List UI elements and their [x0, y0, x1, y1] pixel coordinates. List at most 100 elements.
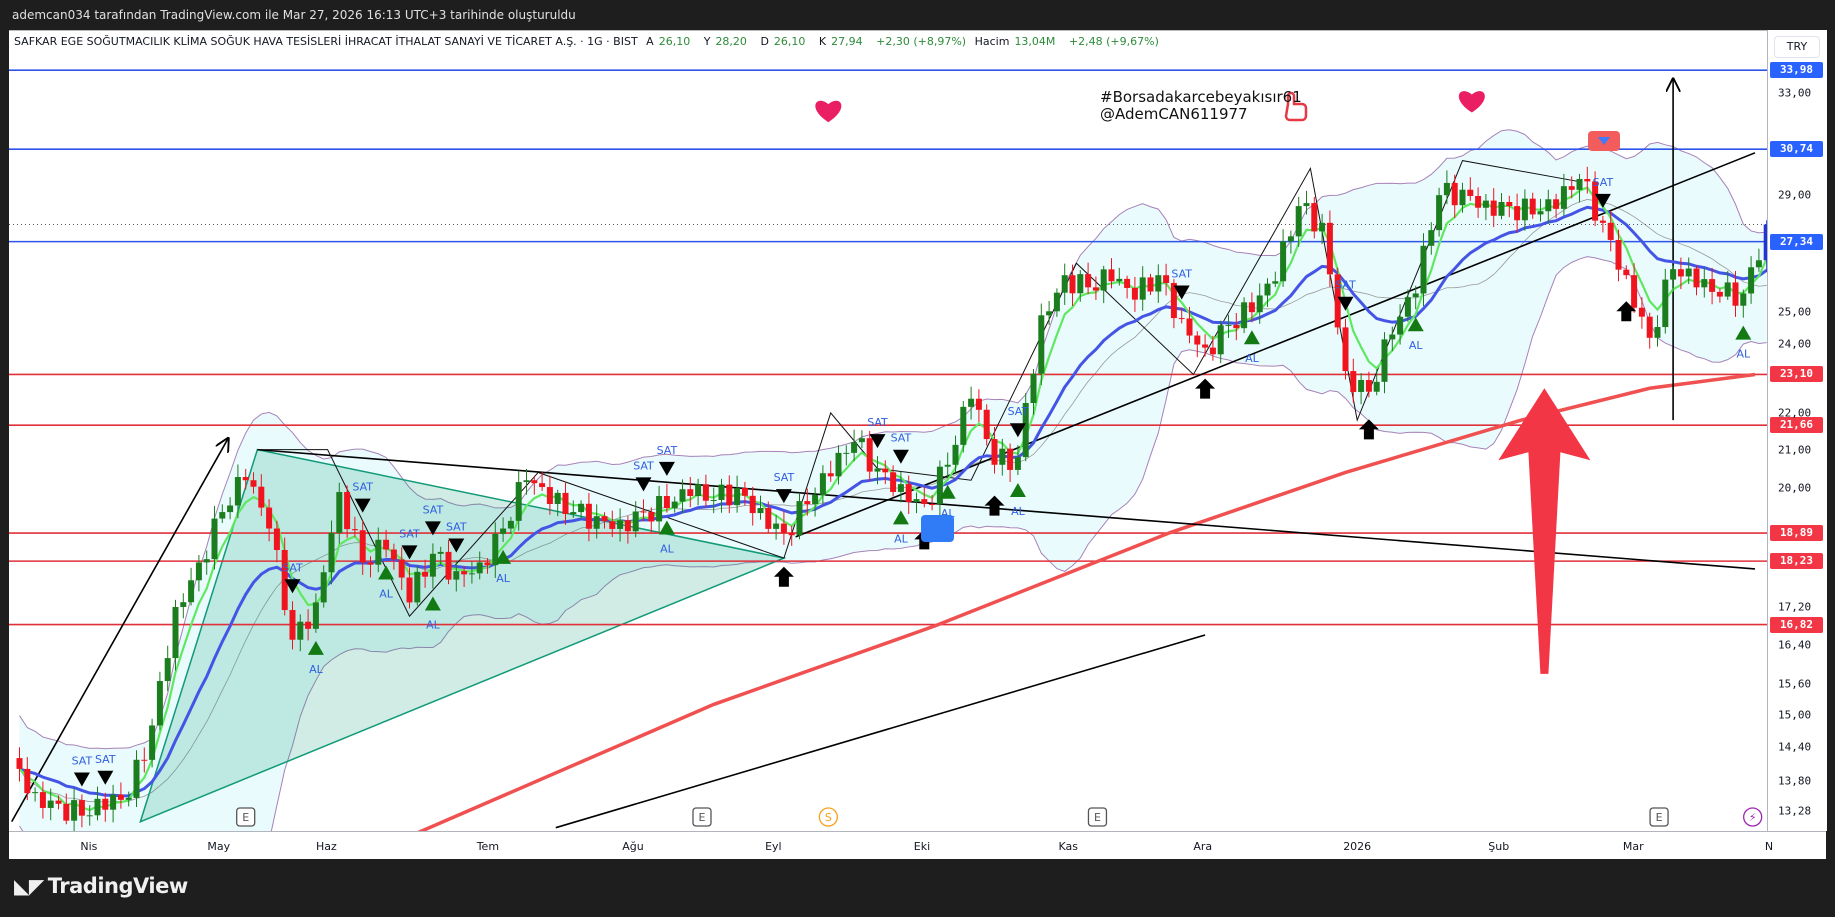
event-label: E	[1094, 811, 1101, 824]
candle-body	[578, 503, 585, 513]
candle-body	[1662, 279, 1669, 328]
buy-badge-icon	[921, 515, 954, 542]
time-axis[interactable]: Nis May Haz Tem Ağu Eyl Eki Kas Ara 2026 Şub Mar N	[9, 831, 1826, 859]
candle-body	[983, 409, 990, 440]
candle-body	[718, 484, 725, 500]
candle-body	[749, 495, 756, 514]
close-value: 27,94	[831, 35, 863, 48]
candle-body	[944, 464, 951, 467]
candle-body	[1576, 179, 1583, 190]
candle-body	[24, 768, 31, 794]
candle-body	[110, 794, 117, 810]
candle-body	[1108, 269, 1115, 282]
candle-body	[1163, 275, 1170, 284]
candle-body	[273, 528, 280, 550]
candle	[960, 400, 967, 453]
sell-signal-label: SAT	[657, 444, 678, 457]
candle-body	[1350, 371, 1357, 392]
candle-body	[1124, 278, 1131, 288]
candle-body	[1046, 311, 1053, 316]
candle	[156, 671, 163, 731]
candle-body	[539, 483, 546, 488]
candle-body	[86, 815, 93, 817]
event-label: ⚡	[1749, 811, 1757, 824]
price-tick-label: 15,60	[1778, 677, 1812, 691]
change-value: +2,30 (+8,97%)	[876, 35, 967, 48]
candle-body	[1436, 195, 1443, 231]
candle-body	[515, 482, 522, 521]
event-marker: E	[236, 807, 256, 827]
candle-body	[1537, 211, 1544, 215]
time-tick-label: Mar	[1622, 840, 1644, 853]
candle-body	[656, 496, 663, 522]
candle-body	[203, 559, 210, 563]
candle-body	[546, 487, 553, 505]
candle-body	[1116, 278, 1123, 282]
candle-body	[952, 444, 959, 465]
price-level-tag: 16,82	[1770, 616, 1823, 633]
candle-body	[141, 759, 148, 761]
candle-body	[351, 529, 358, 531]
candle-body	[1732, 282, 1739, 306]
candle-body	[531, 480, 538, 484]
tradingview-logo-text: TradingView	[47, 874, 188, 898]
candle-body	[827, 473, 834, 477]
buy-signal-label: AL	[1011, 505, 1026, 518]
heart-icon	[1458, 91, 1485, 113]
candle-body	[1225, 324, 1232, 326]
time-tick-label: Ara	[1193, 840, 1213, 853]
annotation-handle[interactable]: @AdemCAN611977	[1100, 105, 1248, 123]
volume-change: +2,48 (+9,67%)	[1068, 35, 1159, 48]
candle-body	[422, 571, 429, 577]
time-tick-label: Şub	[1488, 840, 1510, 853]
candle-body	[390, 549, 397, 560]
candle-body	[734, 488, 741, 506]
candle-body	[234, 477, 241, 506]
price-axis[interactable]: TRY 33,98 30,74 27,34 23,10 21,66 18,89 18,23 1…	[1767, 30, 1827, 831]
candle-body	[1272, 281, 1279, 284]
candle-body	[695, 484, 702, 496]
buy-signal-label: AL	[660, 543, 675, 556]
candle-body	[1677, 269, 1684, 277]
candle-body	[336, 492, 343, 533]
candle-body	[1319, 222, 1326, 232]
currency-label[interactable]: TRY	[1774, 36, 1820, 58]
annotation-hashtag[interactable]: #Borsadakarcebeyakısır61	[1100, 88, 1302, 106]
price-level-tag: 23,10	[1770, 366, 1823, 383]
candle-body	[968, 398, 975, 407]
candle-body	[359, 530, 366, 563]
time-tick-label: Tem	[476, 840, 500, 853]
candle-body	[687, 489, 694, 496]
price-tick-label: 17,20	[1778, 600, 1812, 614]
sell-signal-label: SAT	[95, 753, 116, 766]
candle-body	[47, 800, 54, 808]
symbol-name[interactable]: SAFKAR EGE SOĞUTMACILIK KLİMA SOĞUK HAVA…	[14, 35, 638, 48]
buy-signal-label: AL	[426, 619, 441, 632]
price-level-tag: 33,98	[1770, 62, 1823, 79]
price-level-tag: 18,89	[1770, 525, 1823, 542]
candle-body	[1131, 287, 1138, 300]
candle-body	[1646, 316, 1653, 338]
candle-body	[1716, 291, 1723, 297]
price-level-tag: 30,74	[1770, 141, 1823, 158]
candle-body	[929, 504, 936, 506]
candle-body	[975, 398, 982, 410]
price-chart[interactable]: SAT SATSATSATSATSATSATSATSATSATSATSATSATS…	[0, 0, 1835, 917]
candle-body	[1506, 201, 1513, 207]
candle-body	[1077, 274, 1084, 294]
price-tick-label: 13,28	[1778, 804, 1812, 818]
candle-body	[1287, 236, 1294, 242]
candle-body	[406, 577, 413, 603]
sell-signal-label: SAT	[282, 561, 303, 574]
candle	[180, 593, 187, 619]
candle-body	[1404, 297, 1411, 317]
tradingview-logo[interactable]: ◣◤ TradingView	[14, 874, 188, 898]
symbol-legend: SAFKAR EGE SOĞUTMACILIK KLİMA SOĞUK HAVA…	[14, 34, 1164, 50]
event-label: E	[242, 811, 249, 824]
price-tick-label: 33,00	[1778, 86, 1812, 100]
candle-body	[32, 792, 39, 794]
price-tick-label: 16,40	[1778, 638, 1812, 652]
candle-body	[991, 439, 998, 465]
candle-body	[851, 442, 858, 453]
sell-signal-label: SAT	[352, 481, 373, 494]
